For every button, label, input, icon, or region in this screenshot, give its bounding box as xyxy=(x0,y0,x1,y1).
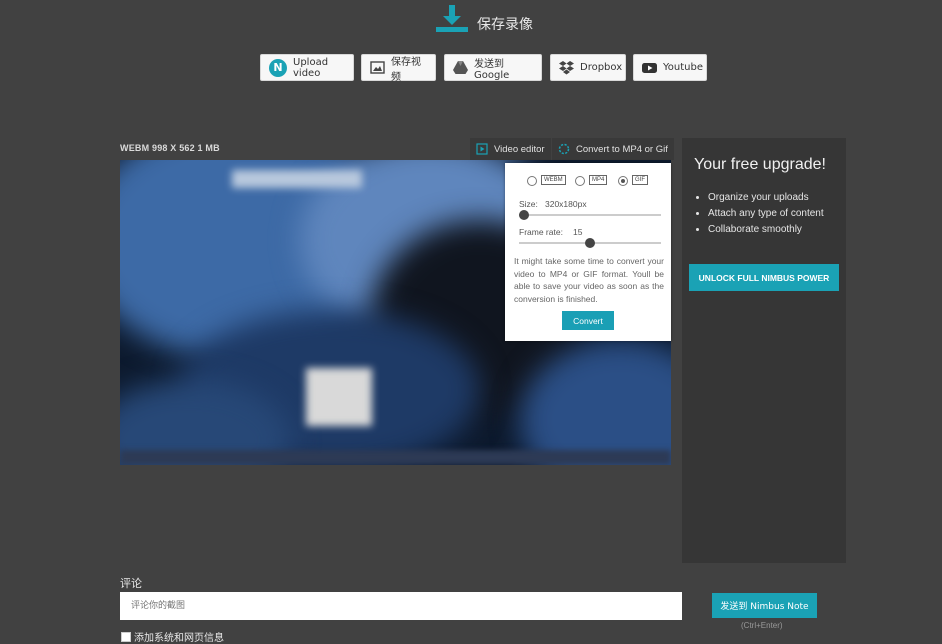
add-system-info-label: 添加系统和网页信息 xyxy=(134,633,224,644)
page-title: 保存录像 xyxy=(477,17,533,33)
dropbox-label: Dropbox xyxy=(580,62,623,73)
frame-rate-value: 15 xyxy=(573,227,583,237)
dropbox-icon xyxy=(559,61,574,75)
dropbox-button[interactable]: Dropbox xyxy=(550,54,626,81)
format-radio-gif[interactable] xyxy=(618,176,628,186)
google-drive-icon xyxy=(453,61,468,74)
convert-popup: WEBM MP4 GIF Size: 320x180px Frame rate:… xyxy=(505,163,671,341)
format-label-mp4: MP4 xyxy=(589,175,608,185)
convert-submit-button[interactable]: Convert xyxy=(562,311,614,330)
blurred-window xyxy=(306,368,372,426)
comment-input[interactable] xyxy=(120,592,682,620)
save-video-button[interactable]: 保存视频 xyxy=(361,54,436,83)
youtube-button[interactable]: Youtube xyxy=(633,54,707,81)
format-label-gif: GIF xyxy=(632,175,648,185)
frame-rate-slider-knob[interactable] xyxy=(585,238,595,248)
size-slider-track xyxy=(519,214,661,216)
unlock-nimbus-button[interactable]: UNLOCK FULL NIMBUS POWER xyxy=(689,264,839,291)
send-to-google-button[interactable]: 发送到 Google xyxy=(444,54,542,81)
upgrade-list: Organize your uploads Attach any type of… xyxy=(694,190,824,238)
format-label-webm: WEBM xyxy=(541,175,566,185)
blurred-taskbar xyxy=(120,450,671,465)
video-editor-button[interactable]: Video editor xyxy=(470,138,551,160)
convert-label: Convert to MP4 or Gif xyxy=(576,143,668,155)
send-shortcut-hint: (Ctrl+Enter) xyxy=(741,621,783,630)
nimbus-icon: N xyxy=(269,58,287,77)
size-slider-knob[interactable] xyxy=(519,210,529,220)
convert-info-text: It might take some time to convert your … xyxy=(514,256,664,304)
format-radio-mp4[interactable] xyxy=(575,176,585,186)
blurred-searchbar xyxy=(232,170,362,188)
convert-button[interactable]: Convert to MP4 or Gif xyxy=(552,138,674,160)
youtube-label: Youtube xyxy=(663,62,703,73)
comment-label: 评论 xyxy=(120,577,142,590)
image-icon xyxy=(370,61,385,74)
video-editor-label: Video editor xyxy=(494,143,545,155)
save-video-label: 保存视频 xyxy=(391,56,421,83)
video-meta: WEBM 998 X 562 1 MB xyxy=(120,143,220,153)
upload-video-label: Upload video xyxy=(293,56,329,79)
convert-icon xyxy=(558,143,570,155)
upgrade-item: Attach any type of content xyxy=(708,206,824,222)
size-value: 320x180px xyxy=(545,199,587,209)
size-label: Size: xyxy=(519,199,538,209)
add-system-info-checkbox[interactable] xyxy=(121,632,131,642)
upgrade-panel: Your free upgrade! Organize your uploads… xyxy=(682,138,846,563)
download-icon xyxy=(436,5,468,32)
format-radio-webm[interactable] xyxy=(527,176,537,186)
upgrade-item: Organize your uploads xyxy=(708,190,824,206)
send-to-google-label: 发送到 Google xyxy=(474,58,510,81)
send-to-nimbus-note-button[interactable]: 发送到 Nimbus Note xyxy=(712,593,817,618)
upload-video-button[interactable]: N Upload video xyxy=(260,54,354,81)
upgrade-item: Collaborate smoothly xyxy=(708,222,824,238)
upgrade-title: Your free upgrade! xyxy=(694,156,826,173)
youtube-icon xyxy=(642,63,657,73)
frame-rate-label: Frame rate: xyxy=(519,227,563,237)
video-editor-icon xyxy=(476,143,488,155)
